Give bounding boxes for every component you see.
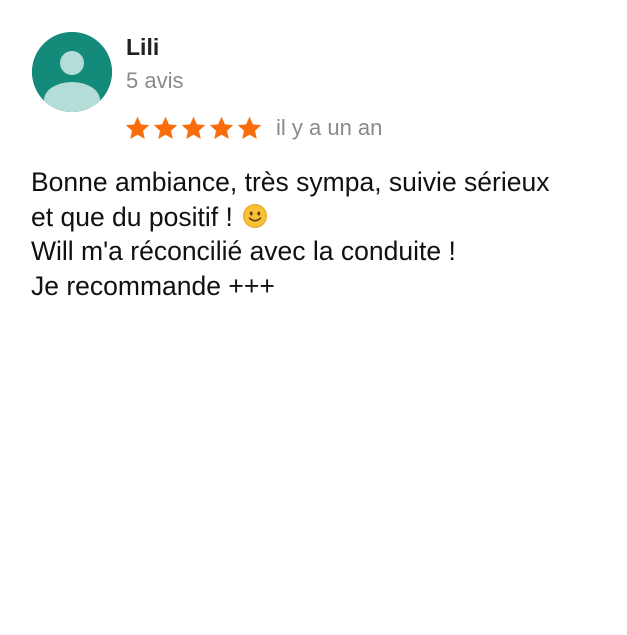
- review-text-line: Je recommande +++: [31, 270, 275, 301]
- review-text-line-with-emoji: et que du positif !: [31, 200, 621, 235]
- star-icon: [209, 116, 234, 139]
- star-icon: [153, 116, 178, 139]
- slightly-smiling-face-icon: [243, 203, 268, 228]
- review-card: Lili 5 avis il y a un an Bonne ambiance,…: [0, 0, 627, 635]
- review-text-line: Bonne ambiance, très sympa, suivie série…: [31, 167, 550, 197]
- star-rating: [124, 115, 264, 142]
- author-name[interactable]: Lili: [126, 32, 159, 62]
- star-icon: [181, 116, 206, 139]
- review-text-line: Will m'a réconcilié avec la conduite !: [31, 236, 456, 266]
- default-user-avatar-icon: [32, 32, 112, 112]
- review-time-ago: il y a un an: [276, 115, 383, 140]
- star-icon: [237, 116, 262, 139]
- author-review-count: 5 avis: [126, 68, 184, 93]
- rating-row: il y a un an: [124, 111, 382, 145]
- review-text-line: et que du positif !: [31, 201, 233, 232]
- avatar[interactable]: [32, 32, 112, 112]
- review-text: Bonne ambiance, très sympa, suivie série…: [31, 165, 621, 303]
- star-icon: [125, 116, 150, 139]
